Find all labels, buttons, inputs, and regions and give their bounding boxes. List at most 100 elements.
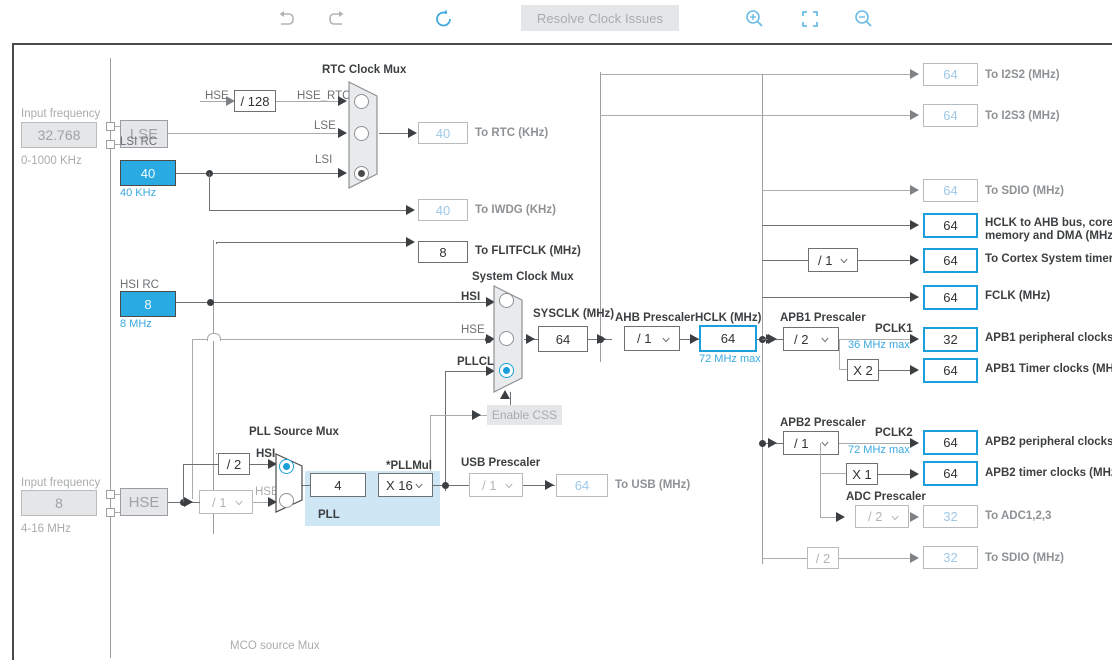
chevron-down-icon — [840, 258, 848, 264]
output-apb1-periph-field: 32 — [923, 327, 978, 352]
apb2-prescaler-value: / 1 — [794, 435, 809, 451]
fit-screen-icon[interactable] — [797, 6, 823, 32]
pll-mux-radio-hsi[interactable] — [279, 459, 294, 474]
output-to-rtc-field: 40 — [418, 122, 468, 144]
output-fclk-label: FCLK (MHz) — [985, 290, 1051, 302]
rtc-mux-radio-lsi[interactable] — [354, 166, 369, 181]
chevron-down-icon — [235, 500, 243, 506]
output-apb1-periph-label: APB1 peripheral clocks (MHz — [985, 332, 1112, 344]
pllmul-select[interactable]: X 16 — [378, 473, 433, 497]
output-apb2-timer-label: APB2 timer clocks (MHz) — [985, 467, 1112, 479]
lsi-unit-label: 40 KHz — [120, 187, 157, 199]
zoom-in-icon[interactable] — [742, 6, 768, 32]
output-apb2-timer-field: 64 — [923, 461, 978, 486]
output-to-adc-field: 32 — [923, 505, 978, 528]
rtc-mux-radio-lse[interactable] — [354, 126, 369, 141]
hclk-label: HCLK (MHz) — [695, 312, 762, 324]
pclk2-max-label: 72 MHz max — [848, 444, 910, 456]
apb2-prescaler-select[interactable]: / 1 — [783, 431, 839, 455]
lse-input-frequency-field[interactable]: 32.768 — [21, 122, 97, 148]
chevron-down-icon — [662, 337, 670, 342]
rtc-mux-radio-hse-rtc[interactable] — [354, 94, 369, 109]
pllmul-label: *PLLMul — [386, 460, 432, 472]
sysclk-label: SYSCLK (MHz) — [533, 308, 615, 320]
output-to-i2s2-field: 64 — [923, 63, 978, 86]
rtc-hse-divider[interactable]: / 128 — [234, 90, 276, 112]
adc-prescaler-select[interactable]: / 2 — [855, 505, 909, 528]
mco-source-mux-title: MCO source Mux — [230, 640, 320, 652]
hclk-max-label: 72 MHz max — [699, 353, 761, 365]
lse-pin-1 — [106, 122, 115, 131]
apb1-prescaler-select[interactable]: / 2 — [783, 327, 839, 351]
pll-hsi-divider: / 2 — [218, 453, 250, 475]
chevron-down-icon — [821, 441, 829, 447]
usb-prescaler-select[interactable]: / 1 — [469, 473, 523, 497]
pclk1-label: PCLK1 — [875, 323, 913, 335]
ahb-prescaler-value: / 1 — [637, 331, 652, 346]
rtc-lse-label: LSE — [314, 120, 336, 132]
apb2-prescaler-label: APB2 Prescaler — [780, 417, 866, 429]
output-fclk-field: 64 — [923, 285, 978, 310]
hclk-value-field: 64 — [699, 325, 757, 352]
rtc-lsi-label: LSI — [315, 154, 333, 166]
output-apb1-timer-label: APB1 Timer clocks (MHz) — [985, 363, 1112, 375]
output-to-flitfclk-field: 8 — [418, 241, 468, 263]
usb-prescaler-label: USB Prescaler — [461, 457, 541, 469]
sdio-divider: / 2 — [807, 547, 839, 569]
pll-source-mux-title: PLL Source Mux — [249, 426, 339, 438]
chevron-down-icon — [821, 337, 829, 343]
pclk2-label: PCLK2 — [875, 427, 913, 439]
output-to-sdio-top-field: 64 — [923, 179, 978, 202]
hsi-unit-label: 8 MHz — [120, 318, 152, 330]
sysclk-value-field: 64 — [538, 326, 588, 352]
ahb-prescaler-select[interactable]: / 1 — [624, 326, 680, 351]
output-hclk-ahb-label: HCLK to AHB bus, core, memory and DMA (M… — [985, 217, 1112, 243]
undo-icon[interactable] — [272, 6, 298, 32]
enable-css-button[interactable]: Enable CSS — [487, 405, 562, 425]
adc-prescaler-value: / 2 — [868, 509, 883, 524]
sysmux-radio-pllclk[interactable] — [499, 363, 514, 378]
hse-input-frequency-field[interactable]: 8 — [21, 490, 97, 516]
clock-configuration-view: Resolve Clock Issues Input frequency 32.… — [0, 0, 1112, 660]
cortex-prescaler-value: / 1 — [818, 252, 833, 268]
hse-prescaler-select[interactable]: / 1 — [199, 490, 253, 514]
cortex-prescaler-select[interactable]: / 1 — [808, 248, 858, 272]
toolbar: Resolve Clock Issues — [0, 0, 1112, 37]
pll-panel-label: PLL — [318, 509, 340, 521]
pll-mux-radio-hse[interactable] — [279, 493, 294, 508]
apb1-prescaler-value: / 2 — [794, 331, 809, 347]
sysmux-radio-hse[interactable] — [499, 331, 514, 346]
hse-oscillator-box[interactable]: HSE — [120, 488, 168, 516]
output-to-sdio-bot-label: To SDIO (MHz) — [985, 552, 1064, 564]
apb1-timer-multiplier: X 2 — [847, 359, 879, 381]
output-cortex-timer-field: 64 — [923, 248, 978, 273]
zoom-out-icon[interactable] — [851, 6, 877, 32]
output-to-i2s2-label: To I2S2 (MHz) — [985, 69, 1060, 81]
hsi-title-label: HSI RC — [120, 279, 159, 291]
system-clock-mux-title: System Clock Mux — [472, 271, 574, 283]
lsi-title-label: LSI RC — [120, 136, 158, 148]
pll-input-value-field: 4 — [310, 473, 366, 497]
hsi-value-field[interactable]: 8 — [120, 291, 176, 317]
output-to-sdio-bot-field: 32 — [923, 546, 978, 569]
clock-tree-canvas[interactable]: Input frequency 32.768 0-1000 KHz LSE LS… — [12, 43, 1112, 660]
hse-input-frequency-label: Input frequency — [21, 477, 101, 489]
redo-icon[interactable] — [325, 6, 351, 32]
rtc-clock-mux-title: RTC Clock Mux — [322, 64, 407, 76]
lsi-value-field[interactable]: 40 — [120, 160, 176, 186]
chevron-down-icon — [891, 515, 899, 520]
hse-range-label: 4-16 MHz — [21, 523, 71, 535]
resolve-clock-issues-button[interactable]: Resolve Clock Issues — [521, 5, 679, 31]
sysmux-radio-hsi[interactable] — [499, 293, 514, 308]
reset-icon[interactable] — [431, 6, 457, 32]
rail-hclk-branch — [762, 74, 763, 564]
chevron-down-icon — [505, 483, 513, 489]
lse-range-label: 0-1000 KHz — [21, 155, 82, 167]
hse-pin-1 — [106, 490, 115, 499]
output-to-iwdg-field: 40 — [418, 199, 468, 221]
output-apb1-timer-field: 64 — [923, 358, 978, 383]
usb-prescaler-value: / 1 — [482, 477, 497, 493]
output-apb2-periph-field: 64 — [923, 430, 978, 455]
lse-pin-2 — [106, 140, 115, 149]
adc-prescaler-label: ADC Prescaler — [846, 491, 926, 503]
